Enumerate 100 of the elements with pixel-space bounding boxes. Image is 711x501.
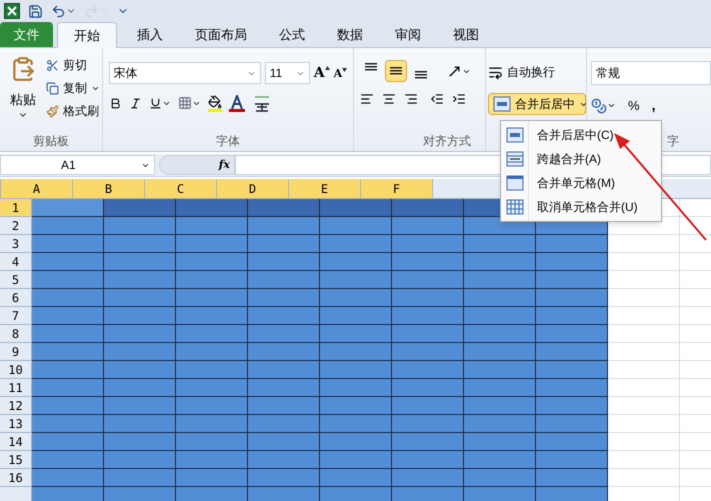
row-header[interactable]: 6 xyxy=(0,289,32,307)
wrap-text-button[interactable]: 自动换行 xyxy=(488,61,586,83)
decrease-indent-icon[interactable] xyxy=(430,92,444,106)
name-box[interactable]: A1 xyxy=(0,155,155,175)
paste-button[interactable]: 粘贴 xyxy=(4,52,42,131)
table-cell xyxy=(32,199,104,217)
table-cell xyxy=(320,487,392,501)
row-header[interactable]: 12 xyxy=(0,397,32,415)
align-left-icon[interactable] xyxy=(360,92,374,106)
align-center-icon[interactable] xyxy=(382,92,396,106)
row-header[interactable]: 14 xyxy=(0,433,32,451)
table-cell xyxy=(464,235,536,253)
menu-item[interactable]: 合并单元格(M) xyxy=(501,171,661,195)
table-cell xyxy=(320,361,392,379)
table-cell xyxy=(32,469,104,487)
shrink-font-button[interactable]: A xyxy=(334,68,348,78)
table-cell xyxy=(32,325,104,343)
table-cell xyxy=(104,487,176,501)
table-cell xyxy=(104,325,176,343)
row-header[interactable]: 1 xyxy=(0,199,32,217)
copy-button[interactable]: 复制 xyxy=(46,79,100,97)
table-cell xyxy=(536,379,608,397)
row-header[interactable]: 8 xyxy=(0,325,32,343)
table-cell xyxy=(464,361,536,379)
row-header[interactable]: 13 xyxy=(0,415,32,433)
table-cell xyxy=(392,235,464,253)
table-cell xyxy=(608,415,680,433)
file-tab[interactable]: 文件 xyxy=(0,22,53,47)
table-cell xyxy=(320,235,392,253)
font-color-icon[interactable] xyxy=(228,94,245,112)
borders-icon[interactable] xyxy=(178,96,201,110)
ribbon-tab[interactable]: 审阅 xyxy=(379,22,437,47)
table-cell xyxy=(320,217,392,235)
table-cell xyxy=(320,253,392,271)
table-cell xyxy=(248,235,320,253)
orientation-icon[interactable] xyxy=(447,64,472,78)
save-icon[interactable] xyxy=(28,4,43,18)
table-cell xyxy=(464,469,536,487)
table-cell xyxy=(392,379,464,397)
font-name-field[interactable]: 宋体 xyxy=(108,62,261,84)
table-cell xyxy=(104,307,176,325)
ribbon-tab[interactable]: 视图 xyxy=(437,22,495,47)
italic-icon[interactable] xyxy=(128,96,142,110)
table-cell xyxy=(32,415,104,433)
table-cell xyxy=(608,253,680,271)
column-header[interactable]: E xyxy=(289,179,361,199)
table-cell xyxy=(392,451,464,469)
font-size-field[interactable]: 11 xyxy=(264,62,310,84)
align-right-icon[interactable] xyxy=(404,92,418,106)
table-cell xyxy=(536,487,608,501)
bold-icon[interactable] xyxy=(108,96,122,110)
number-format-field[interactable]: 常规 xyxy=(591,61,711,85)
insert-function-button[interactable]: fx xyxy=(218,156,230,174)
table-cell xyxy=(536,469,608,487)
ribbon-tab[interactable]: 公式 xyxy=(263,22,321,47)
column-header[interactable]: B xyxy=(73,179,145,199)
percent-button[interactable]: % xyxy=(628,96,640,116)
ribbon-tab[interactable]: 页面布局 xyxy=(179,22,263,47)
row-header[interactable]: 4 xyxy=(0,253,32,271)
ribbon-tab[interactable]: 开始 xyxy=(57,22,117,48)
undo-icon[interactable] xyxy=(51,4,76,18)
column-header[interactable]: D xyxy=(217,179,289,199)
column-header[interactable]: A xyxy=(1,179,73,199)
table-cell xyxy=(464,271,536,289)
row-header[interactable]: 16 xyxy=(0,469,32,487)
merge-center-button[interactable]: 合并后居中 xyxy=(488,93,586,115)
row-header[interactable]: 15 xyxy=(0,451,32,469)
format-painter-button[interactable]: 格式刷 xyxy=(46,102,100,120)
underline-icon[interactable] xyxy=(148,96,171,110)
menu-item[interactable]: 跨越合并(A) xyxy=(501,147,661,171)
row-header[interactable]: 2 xyxy=(0,217,32,235)
row-header[interactable]: 9 xyxy=(0,343,32,361)
increase-indent-icon[interactable] xyxy=(452,92,466,106)
row-header[interactable]: 7 xyxy=(0,307,32,325)
middle-align-button[interactable] xyxy=(385,60,408,82)
excel-logo-icon[interactable] xyxy=(4,3,20,19)
table-cell xyxy=(608,361,680,379)
table-cell xyxy=(32,487,104,501)
column-header[interactable]: F xyxy=(361,179,433,199)
table-cell xyxy=(320,289,392,307)
table-cell xyxy=(176,469,248,487)
table-cell xyxy=(320,433,392,451)
comma-button[interactable]: , xyxy=(652,95,656,116)
table-cell xyxy=(176,325,248,343)
table-cell xyxy=(32,271,104,289)
table-cell xyxy=(392,307,464,325)
column-header[interactable]: C xyxy=(145,179,217,199)
currency-icon[interactable] xyxy=(591,98,616,114)
row-header[interactable]: 10 xyxy=(0,361,32,379)
grow-font-button[interactable]: A xyxy=(314,66,330,80)
row-header[interactable]: 5 xyxy=(0,271,32,289)
table-cell xyxy=(104,397,176,415)
cut-button[interactable]: 剪切 xyxy=(46,56,100,74)
menu-item[interactable]: 取消单元格合并(U) xyxy=(501,195,661,219)
row-header[interactable]: 11 xyxy=(0,379,32,397)
fill-color-icon[interactable] xyxy=(208,94,222,112)
ribbon-tab[interactable]: 数据 xyxy=(321,22,379,47)
table-cell xyxy=(608,451,680,469)
row-header[interactable]: 3 xyxy=(0,235,32,253)
ribbon-tab[interactable]: 插入 xyxy=(121,22,179,47)
